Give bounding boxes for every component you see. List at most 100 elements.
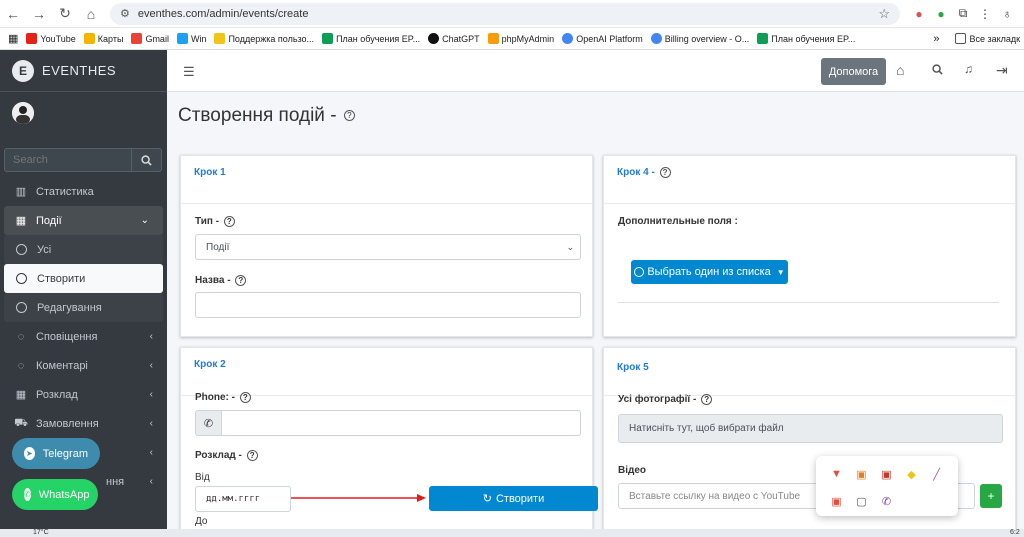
telegram-label: Telegram [42, 447, 88, 460]
extensions-puzzle-icon[interactable]: ⧉ [952, 3, 974, 25]
circle-icon [16, 302, 27, 313]
type-label: Тип - ? [195, 216, 235, 227]
sidebar-item-schedule[interactable]: ▦ Розклад ‹ [0, 380, 167, 409]
back-icon[interactable]: ← [0, 1, 26, 27]
bookmark-win[interactable]: Win [176, 33, 206, 44]
step4-card: Крок 4 - ? Дополнительные поля : Выбрать… [603, 155, 1016, 337]
help-icon[interactable]: ? [343, 110, 355, 122]
home-icon[interactable]: ⌂ [896, 62, 904, 78]
all-bookmarks[interactable]: Все закладк [955, 33, 1020, 44]
sidebar-item-comments[interactable]: ◌ Коментарі ‹ [0, 351, 167, 380]
brand-link[interactable]: E EVENTHES [0, 50, 167, 92]
bookmark-chatgpt[interactable]: ChatGPT [428, 33, 480, 44]
bell-icon[interactable]: ♫ [964, 62, 973, 76]
bookmark-youtube[interactable]: YouTube [26, 33, 76, 44]
choose-from-list-button[interactable]: Выбрать один из списка ▼ [631, 260, 788, 284]
menu-toggle-icon[interactable]: ☰ [183, 64, 195, 80]
search-icon[interactable] [932, 62, 943, 78]
phone-input[interactable] [221, 410, 581, 436]
bookmark-gmail[interactable]: Gmail [131, 33, 169, 44]
help-icon[interactable]: ? [246, 450, 258, 461]
whatsapp-button[interactable]: ✆ WhatsApp [12, 479, 98, 510]
bookmark-maps[interactable]: Карты [83, 33, 123, 44]
help-button[interactable]: Допомога [821, 58, 886, 85]
sidebar-item-events[interactable]: ▦ Події ⌄ [4, 206, 163, 235]
sidebar-item-statistics[interactable]: ▥ Статистика [0, 177, 167, 206]
viber-icon[interactable]: ✆ [874, 489, 899, 513]
bookmark-plan[interactable]: План обучения EP... [322, 33, 420, 44]
forward-icon[interactable]: → [26, 1, 52, 27]
extension-icon[interactable]: ▢ [849, 489, 874, 513]
extension-icon[interactable]: ▣ [824, 489, 849, 513]
lightbulb-icon[interactable]: ♁ [996, 3, 1018, 25]
help-icon[interactable]: ? [701, 394, 713, 405]
help-icon[interactable]: ? [235, 275, 247, 286]
whatsapp-icon: ✆ [24, 488, 31, 501]
extension-icon[interactable]: ● [930, 3, 952, 25]
search-input[interactable] [4, 148, 131, 172]
chevron-left-icon: ‹ [149, 476, 153, 487]
photos-label: Усі фотографії - ? [618, 394, 713, 405]
search-button[interactable] [131, 148, 162, 172]
name-input[interactable] [195, 292, 581, 318]
menu-dots-icon[interactable]: ⋮ [974, 3, 996, 25]
sidebar-item-label: Події [36, 214, 62, 227]
bookmark-support[interactable]: Поддержка пользо... [214, 33, 314, 44]
shield-icon[interactable]: ◆ [899, 462, 924, 486]
circle-icon [634, 267, 645, 277]
phone-icon: ✆ [195, 410, 222, 436]
photos-file-button[interactable]: Натисніть тут, щоб вибрати файл [618, 414, 1003, 443]
sidebar-item-notifications[interactable]: ◌ Сповіщення ‹ [0, 322, 167, 351]
create-button[interactable]: ↻ Створити [429, 486, 598, 511]
pen-icon[interactable]: ╱ [924, 462, 949, 486]
sidebar-item-orders[interactable]: ⛟ Замовлення ‹ [0, 409, 167, 438]
to-label: До [195, 516, 208, 527]
help-icon[interactable]: ? [659, 167, 671, 178]
sidebar-item-label: Замовлення [36, 417, 99, 430]
bookmark-label: План обучения EP... [771, 33, 856, 44]
extra-fields-label: Дополнительные поля : [618, 216, 738, 227]
sidebar-item-events-edit[interactable]: Редагування [4, 293, 163, 322]
site-settings-icon[interactable]: ⚙ [120, 7, 130, 20]
bookmark-star-icon[interactable]: ☆ [878, 6, 890, 22]
extension-icon[interactable]: ● [908, 3, 930, 25]
bookmarks-bar: ▦ YouTube Карты Gmail Win Поддержка поль… [0, 28, 1024, 50]
address-bar[interactable]: ⚙ eventhes.com/admin/events/create ☆ [110, 2, 900, 25]
telegram-button[interactable]: ➤ Telegram [12, 438, 100, 469]
brand-logo: E [12, 59, 34, 82]
bookmark-label: ChatGPT [442, 33, 480, 44]
video-label: Відео [618, 465, 647, 476]
bookmark-openai[interactable]: OpenAI Platform [562, 33, 643, 44]
sidebar-item-events-all[interactable]: Усі [4, 235, 163, 264]
apps-grid-icon[interactable]: ▦ [8, 32, 18, 45]
bookmark-plan-2[interactable]: План обучения EP... [757, 33, 855, 44]
step5-title: Крок 5 [604, 348, 1015, 396]
help-icon[interactable]: ? [223, 216, 235, 227]
more-bookmarks-icon[interactable]: » [933, 33, 939, 45]
step2-title: Крок 2 [181, 348, 592, 396]
circle-icon [16, 244, 27, 255]
sidebar-item-events-create[interactable]: Створити [4, 264, 163, 293]
circle-icon [16, 273, 27, 284]
sidebar-item-label: Коментарі [36, 359, 88, 372]
logout-icon[interactable]: ⇥ [996, 62, 1008, 79]
whatsapp-label: WhatsApp [38, 488, 90, 501]
bookmark-billing[interactable]: Billing overview - O... [650, 33, 749, 44]
maps-icon [83, 33, 95, 44]
type-select[interactable]: Події ⌄ [195, 234, 581, 260]
reload-icon[interactable]: ↻ [52, 1, 78, 27]
help-icon[interactable]: ? [239, 392, 251, 403]
home-icon[interactable]: ⌂ [78, 1, 104, 27]
from-date-input[interactable]: дд.мм.гггг [195, 486, 291, 512]
brave-icon[interactable]: ▼ [824, 462, 849, 486]
avatar[interactable] [12, 102, 34, 124]
sidebar-item-label: Усі [37, 243, 52, 256]
add-video-button[interactable]: + [980, 484, 1002, 508]
bookmark-phpmyadmin[interactable]: phpMyAdmin [487, 33, 554, 44]
extension-icon[interactable]: ▣ [849, 462, 874, 486]
calendar-icon: ▦ [15, 389, 27, 401]
schedule-label: Розклад - ? [195, 450, 258, 461]
extension-icon[interactable]: ▣ [874, 462, 899, 486]
telegram-icon: ➤ [24, 447, 35, 460]
sidebar: E EVENTHES ▥ Статистика ▦ Події ⌄ Усі Створ… [0, 50, 167, 537]
